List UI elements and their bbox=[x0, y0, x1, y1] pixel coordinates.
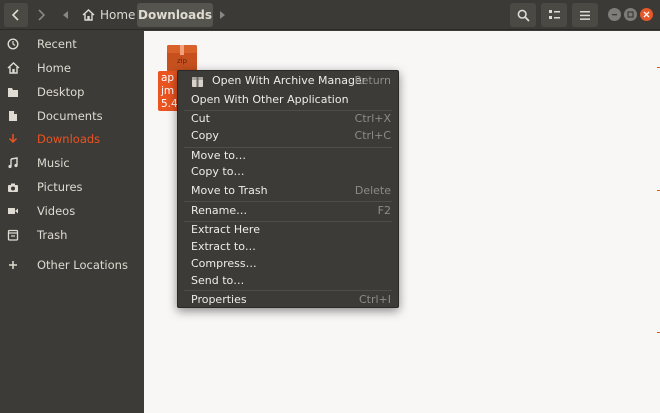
music-icon bbox=[6, 156, 20, 170]
menu-item-cut[interactable]: Cut Ctrl+X bbox=[178, 111, 398, 128]
app-menu-button[interactable] bbox=[572, 3, 598, 27]
close-window-button[interactable] bbox=[640, 8, 653, 21]
search-button[interactable] bbox=[510, 3, 536, 27]
menu-item-accelerator: Ctrl+I bbox=[358, 293, 391, 306]
sidebar-item-downloads[interactable]: Downloads bbox=[0, 128, 144, 150]
maximize-window-button[interactable] bbox=[624, 8, 637, 21]
menu-item-accelerator: Ctrl+X bbox=[354, 112, 391, 125]
menu-item-label: Extract Here bbox=[191, 223, 260, 236]
zip-file-type-label: zip bbox=[176, 57, 188, 65]
menu-item-rename[interactable]: Rename… F2 bbox=[178, 203, 398, 220]
menu-item-move-to[interactable]: Move to… bbox=[178, 148, 398, 165]
sidebar-item-label: Music bbox=[37, 156, 70, 170]
menu-item-label: Open With Other Application bbox=[191, 93, 349, 106]
menu-item-label: Compress… bbox=[191, 257, 257, 270]
back-button[interactable] bbox=[4, 3, 28, 27]
minimize-icon bbox=[612, 14, 617, 16]
search-icon bbox=[517, 9, 530, 22]
video-icon bbox=[6, 204, 20, 218]
menu-item-label: Extract to… bbox=[191, 240, 256, 253]
menu-item-copy-to[interactable]: Copy to… bbox=[178, 164, 398, 181]
triangle-left-icon bbox=[63, 11, 68, 19]
sidebar-item-documents[interactable]: Documents bbox=[0, 105, 144, 127]
clock-icon bbox=[6, 37, 20, 51]
breadcrumb-home-label: Home bbox=[100, 8, 136, 22]
menu-item-open-with-other-application[interactable]: Open With Other Application bbox=[178, 92, 398, 109]
maximize-icon bbox=[627, 11, 634, 18]
menu-item-label: Rename… bbox=[191, 204, 248, 217]
menu-item-label: Cut bbox=[191, 112, 210, 125]
minimize-window-button[interactable] bbox=[608, 8, 621, 21]
places-sidebar: Recent Home Desktop Documents Downloads … bbox=[0, 31, 144, 413]
zip-file-icon[interactable]: zip bbox=[166, 42, 198, 72]
menu-item-label: Move to… bbox=[191, 149, 247, 162]
menu-item-label: Send to… bbox=[191, 274, 245, 287]
menu-item-label: Open With Archive Manager bbox=[212, 74, 367, 87]
sidebar-item-label: Trash bbox=[37, 228, 68, 242]
sidebar-item-label: Pictures bbox=[37, 180, 83, 194]
breadcrumb-downloads-label: Downloads bbox=[137, 8, 213, 22]
sidebar-item-other-locations[interactable]: Other Locations bbox=[0, 254, 144, 276]
view-options-icon bbox=[548, 10, 560, 19]
menu-item-extract-here[interactable]: Extract Here bbox=[178, 222, 398, 239]
sidebar-item-label: Other Locations bbox=[37, 258, 128, 272]
sidebar-item-pictures[interactable]: Pictures bbox=[0, 176, 144, 198]
sidebar-item-music[interactable]: Music bbox=[0, 152, 144, 174]
sidebar-item-videos[interactable]: Videos bbox=[0, 200, 144, 222]
document-icon bbox=[6, 109, 20, 123]
chevron-left-icon bbox=[11, 9, 19, 21]
sidebar-item-label: Downloads bbox=[37, 132, 101, 146]
menu-item-accelerator: F2 bbox=[377, 204, 391, 217]
header-bar: Home Downloads bbox=[0, 0, 660, 30]
path-scroll-left-button[interactable] bbox=[58, 3, 74, 27]
archive-manager-icon bbox=[191, 75, 204, 88]
sidebar-item-label: Videos bbox=[37, 204, 76, 218]
home-icon bbox=[6, 61, 20, 75]
breadcrumb-home[interactable]: Home bbox=[76, 3, 136, 27]
menu-separator bbox=[184, 201, 392, 202]
forward-button[interactable] bbox=[29, 3, 53, 27]
sidebar-item-desktop[interactable]: Desktop bbox=[0, 81, 144, 103]
menu-item-label: Move to Trash bbox=[191, 184, 268, 197]
breadcrumb-downloads[interactable]: Downloads bbox=[137, 3, 213, 27]
menu-item-accelerator: Delete bbox=[354, 184, 391, 197]
triangle-right-icon bbox=[220, 11, 225, 19]
menu-item-label: Properties bbox=[191, 293, 247, 306]
sidebar-item-label: Desktop bbox=[37, 85, 85, 99]
menu-item-extract-to[interactable]: Extract to… bbox=[178, 239, 398, 256]
sidebar-item-home[interactable]: Home bbox=[0, 57, 144, 79]
menu-item-accelerator: Ctrl+C bbox=[354, 129, 391, 142]
menu-item-label: Copy to… bbox=[191, 165, 245, 178]
sidebar-item-label: Home bbox=[37, 61, 71, 75]
menu-item-properties[interactable]: Properties Ctrl+I bbox=[178, 292, 398, 309]
close-icon bbox=[643, 11, 650, 18]
trash-icon bbox=[6, 228, 20, 242]
view-options-button[interactable] bbox=[541, 3, 567, 27]
download-icon bbox=[6, 132, 20, 146]
sidebar-item-label: Documents bbox=[37, 109, 103, 123]
menu-item-move-to-trash[interactable]: Move to Trash Delete bbox=[178, 183, 398, 200]
camera-icon bbox=[6, 180, 20, 194]
hamburger-menu-icon bbox=[580, 10, 590, 20]
home-icon bbox=[82, 9, 95, 21]
menu-item-copy[interactable]: Copy Ctrl+C bbox=[178, 128, 398, 145]
menu-item-compress[interactable]: Compress… bbox=[178, 256, 398, 273]
menu-item-label: Copy bbox=[191, 129, 219, 142]
sidebar-item-trash[interactable]: Trash bbox=[0, 224, 144, 246]
folder-icon bbox=[6, 85, 20, 99]
menu-item-open-with-archive-manager[interactable]: Open With Archive Manager Return bbox=[178, 73, 398, 90]
plus-icon bbox=[6, 258, 20, 272]
menu-separator bbox=[184, 290, 392, 291]
menu-item-accelerator: Return bbox=[354, 74, 391, 87]
chevron-right-icon bbox=[38, 9, 46, 21]
sidebar-item-recent[interactable]: Recent bbox=[0, 33, 144, 55]
menu-item-send-to[interactable]: Send to… bbox=[178, 273, 398, 290]
sidebar-item-label: Recent bbox=[37, 37, 77, 51]
file-context-menu: Open With Archive Manager Return Open Wi… bbox=[177, 70, 399, 308]
path-scroll-right-button[interactable] bbox=[214, 3, 230, 27]
